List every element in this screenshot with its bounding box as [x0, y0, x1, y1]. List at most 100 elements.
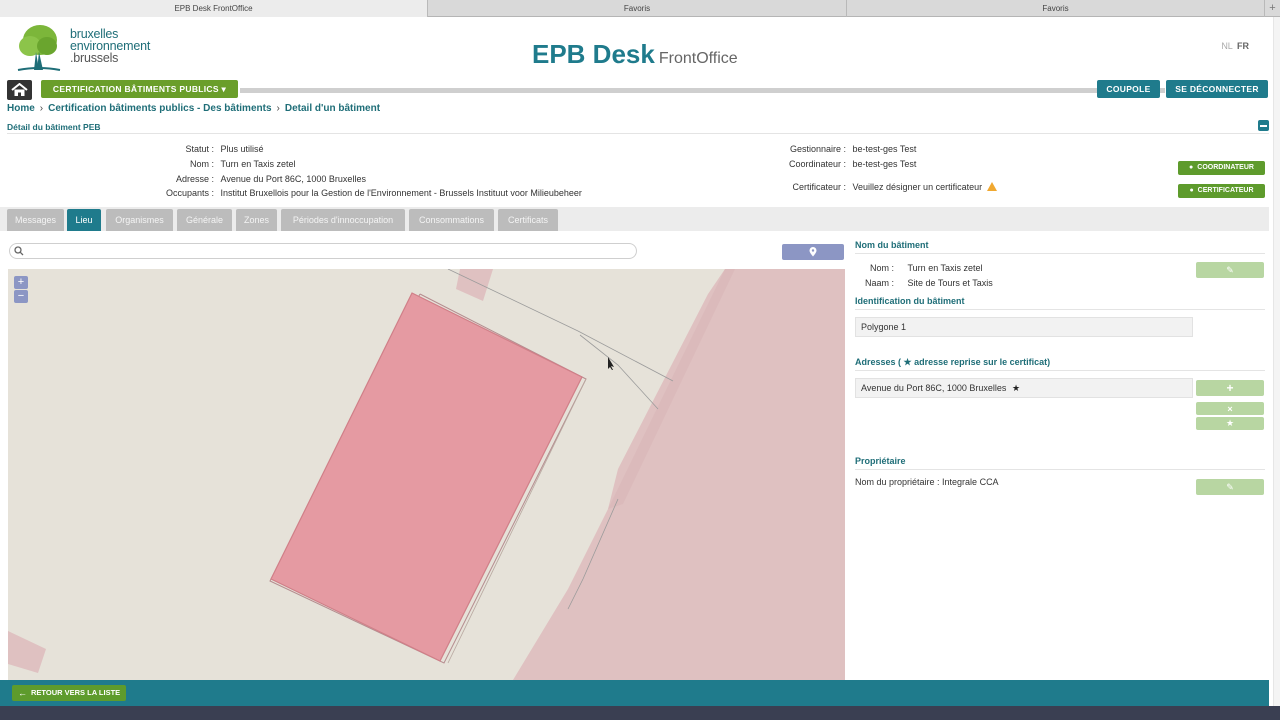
adresse-value: Avenue du Port 86C, 1000 Bruxelles — [220, 174, 366, 184]
star-icon: ★ — [1225, 418, 1235, 428]
nom-label: Nom : — [189, 159, 214, 169]
map-search-input[interactable] — [9, 243, 637, 259]
delete-adresse-button[interactable]: × — [1196, 402, 1264, 415]
star-adresse-button[interactable]: ★ — [1196, 417, 1264, 430]
user-icon: ● — [1189, 164, 1194, 171]
star-icon: ★ — [1011, 383, 1021, 393]
page-header: bruxelles environnement .brussels EPB De… — [0, 17, 1280, 80]
identification-heading: Identification du bâtiment — [855, 296, 965, 306]
browser-tab-strip: EPB Desk FrontOffice Favoris Favoris + — [0, 0, 1280, 17]
rp-nom-value: Turn en Taxis zetel — [907, 263, 983, 273]
home-icon — [11, 83, 28, 96]
map-marker-icon — [809, 247, 817, 257]
browser-tab-favoris-1[interactable]: Favoris — [428, 0, 847, 17]
breadcrumb-detail[interactable]: Detail d'un bâtiment — [285, 103, 380, 114]
adresse-label: Adresse : — [175, 174, 214, 184]
edit-nom-button[interactable]: ✎ — [1196, 262, 1264, 278]
warning-icon — [986, 182, 997, 191]
map-shapes — [8, 269, 845, 680]
tab-periodes-innoccupation[interactable]: Périodes d'innoccupation — [281, 209, 405, 231]
rp-nom-row: Nom : Turn en Taxis zetel — [855, 263, 983, 273]
bruxelles-environnement-logo[interactable]: bruxelles environnement .brussels — [14, 22, 164, 74]
proprietaire-heading: Propriétaire — [855, 456, 906, 466]
info-adresse: Adresse : Avenue du Port 86C, 1000 Bruxe… — [100, 174, 366, 184]
adresses-heading: Adresses ( ★ adresse reprise sur le cert… — [855, 357, 1051, 367]
tree-logo-icon — [17, 25, 61, 71]
coordinateur-value: be-test-ges Test — [852, 159, 917, 169]
statut-label: Statut : — [185, 144, 214, 154]
certificateur-label: Certificateur : — [792, 182, 846, 192]
add-adresse-button[interactable]: + — [1196, 380, 1264, 396]
coupole-button[interactable]: COUPOLE — [1097, 80, 1160, 98]
adjacent-parcel — [513, 269, 845, 680]
lang-fr-link[interactable]: FR — [1237, 41, 1249, 51]
polygone-field[interactable]: Polygone 1 — [855, 317, 1193, 337]
lang-nl-link[interactable]: NL — [1221, 41, 1232, 51]
user-icon: ● — [1189, 187, 1194, 194]
gestionnaire-value: be-test-ges Test — [852, 144, 917, 154]
browser-tab-favoris-2[interactable]: Favoris — [847, 0, 1265, 17]
app-title-sub: FrontOffice — [658, 50, 738, 67]
edit-icon: ✎ — [1226, 265, 1234, 275]
certification-menu-dropdown[interactable]: CERTIFICATION BÂTIMENTS PUBLICS ▾ — [41, 80, 238, 98]
breadcrumb-cert-batiments[interactable]: Certification bâtiments publics - Des bâ… — [48, 103, 271, 114]
os-dock — [0, 706, 1280, 720]
adresse-item-text: Avenue du Port 86C, 1000 Bruxelles — [861, 383, 1007, 393]
certificateur-button-label: CERTIFICATEUR — [1197, 187, 1254, 194]
rp-divider — [855, 469, 1265, 470]
collapse-section-button[interactable] — [1258, 120, 1269, 131]
tab-consommations[interactable]: Consommations — [409, 209, 494, 231]
info-nom: Nom : Turn en Taxis zetel — [100, 159, 296, 169]
footer-bar — [0, 680, 1269, 706]
rp-divider — [855, 370, 1265, 371]
info-gestionnaire: Gestionnaire : be-test-ges Test — [740, 144, 916, 154]
app-title: EPB Desk FrontOffice — [532, 39, 738, 70]
zoom-out-button[interactable]: − — [14, 290, 28, 303]
gestionnaire-label: Gestionnaire : — [789, 144, 846, 154]
logo-line-3: .brussels — [70, 51, 119, 65]
tab-zones[interactable]: Zones — [236, 209, 277, 231]
logout-button[interactable]: SE DÉCONNECTER — [1166, 80, 1268, 98]
close-icon: × — [1227, 404, 1233, 414]
locate-button[interactable] — [782, 244, 844, 260]
occupants-value: Institut Bruxellois pour la Gestion de l… — [220, 188, 582, 198]
edit-icon: ✎ — [1226, 482, 1234, 492]
breadcrumb: Home › Certification bâtiments publics - D… — [7, 103, 380, 114]
edit-proprietaire-button[interactable]: ✎ — [1196, 479, 1264, 495]
browser-tab-epb-desk[interactable]: EPB Desk FrontOffice — [0, 0, 428, 17]
coordinateur-label: Coordinateur : — [788, 159, 846, 169]
nom-batiment-heading: Nom du bâtiment — [855, 240, 929, 250]
proprietaire-value: Nom du propriétaire : Integrale CCA — [855, 477, 999, 487]
tab-messages[interactable]: Messages — [7, 209, 64, 231]
back-to-list-button[interactable]: ← RETOUR VERS LA LISTE — [12, 685, 126, 701]
statut-value: Plus utilisé — [220, 144, 264, 154]
tab-certificats[interactable]: Certificats — [498, 209, 558, 231]
building-polygon — [270, 292, 583, 662]
arrow-left-icon: ← — [18, 688, 27, 698]
page-scrollbar[interactable] — [1273, 17, 1280, 706]
home-button[interactable] — [7, 80, 32, 100]
assign-certificateur-button[interactable]: ● CERTIFICATEUR — [1178, 184, 1265, 198]
breadcrumb-home[interactable]: Home — [7, 103, 35, 114]
tab-generale[interactable]: Générale — [177, 209, 232, 231]
rp-naam-row: Naam : Site de Tours et Taxis — [855, 278, 993, 288]
breadcrumb-separator: › — [39, 103, 44, 114]
new-tab-button[interactable]: + — [1265, 0, 1280, 16]
assign-coordinateur-button[interactable]: ● COORDINATEUR — [1178, 161, 1265, 175]
adresse-list-item[interactable]: Avenue du Port 86C, 1000 Bruxelles ★ — [855, 378, 1193, 398]
rp-divider — [855, 253, 1265, 254]
rp-naam-value: Site de Tours et Taxis — [907, 278, 993, 288]
mouse-cursor-icon — [608, 357, 614, 370]
zoom-in-button[interactable]: + — [14, 276, 28, 289]
rp-nom-label: Nom : — [869, 263, 894, 273]
tab-organismes[interactable]: Organismes — [106, 209, 173, 231]
app-title-main: EPB Desk — [532, 39, 655, 69]
tab-lieu[interactable]: Lieu — [67, 209, 101, 231]
info-coordinateur: Coordinateur : be-test-ges Test — [740, 159, 916, 169]
map-canvas[interactable]: + − — [8, 269, 845, 680]
navbar-divider — [240, 88, 1098, 93]
rp-naam-label: Naam : — [864, 278, 894, 288]
plus-icon: + — [1226, 381, 1234, 395]
occupants-label: Occupants : — [165, 188, 214, 198]
nom-value: Turn en Taxis zetel — [220, 159, 296, 169]
